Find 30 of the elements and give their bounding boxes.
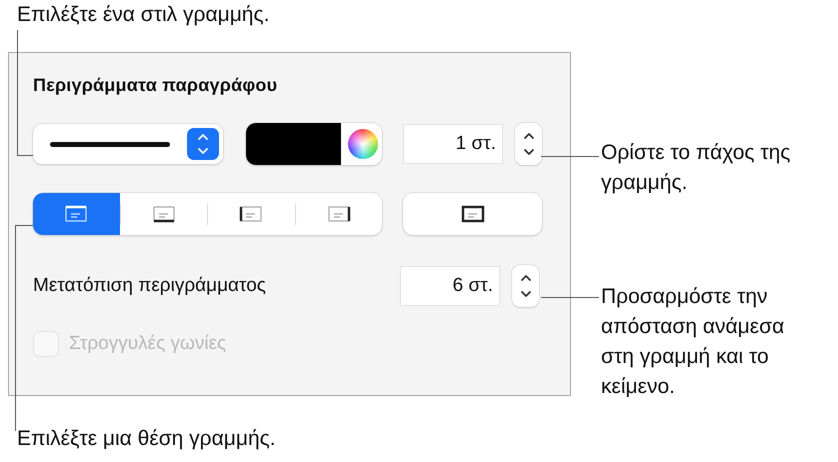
line-width-field[interactable]: 1 στ. <box>403 124 503 164</box>
stepper[interactable] <box>515 123 542 165</box>
stepper[interactable] <box>512 265 539 307</box>
chevron-down-icon <box>520 289 532 299</box>
callout-text: Επιλέξτε μια θέση γραμμής. <box>17 426 277 452</box>
leader-line <box>541 156 599 157</box>
callout-text: Επιλέξτε ένα στιλ γραμμής. <box>17 2 270 28</box>
border-left-icon <box>238 205 264 223</box>
color-wheel-icon <box>348 129 378 159</box>
offset-label: Μετατόπιση περιγράμματος <box>33 275 267 297</box>
offset-field[interactable]: 6 στ. <box>400 266 500 306</box>
section-title: Περιγράμματα παραγράφου <box>33 75 278 97</box>
border-top-icon <box>63 205 90 223</box>
callout-text: Προσαρμόστε την απόσταση ανάμεσα στη γραμμή και το κείμενο. <box>601 284 786 400</box>
position-segment[interactable] <box>33 193 120 235</box>
chevron-up-icon <box>520 273 532 283</box>
color-well[interactable] <box>246 123 382 165</box>
border-right-icon <box>326 205 352 223</box>
line-style-popup[interactable] <box>33 124 223 164</box>
leader-line <box>541 297 599 298</box>
border-bottom-icon <box>150 205 177 223</box>
chevron-up-icon <box>522 131 534 141</box>
chevron-down-icon <box>197 146 209 156</box>
chevron-up-icon <box>197 132 209 142</box>
outline-button[interactable] <box>403 193 542 235</box>
border-box-icon <box>460 205 486 223</box>
line-sample-icon <box>50 142 170 146</box>
chevron-down-icon <box>522 147 534 157</box>
checkbox-label: Στρογγυλές γωνίες <box>69 333 226 355</box>
callout-text: Ορίστε το πάχος της γραμμής. <box>601 140 792 196</box>
